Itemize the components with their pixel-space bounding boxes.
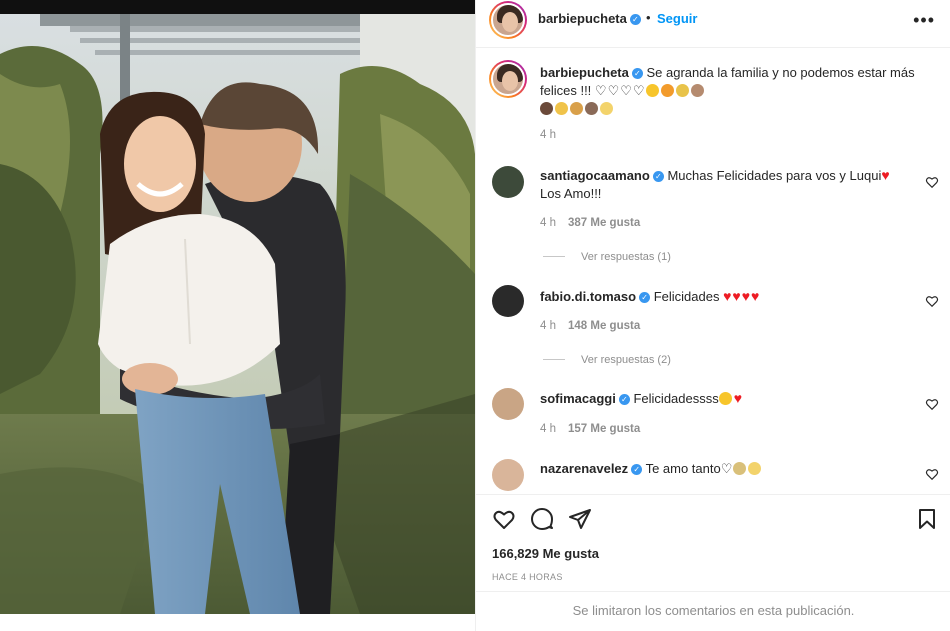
photo-bottom-strip <box>0 614 475 631</box>
verified-icon: ✓ <box>618 394 630 405</box>
red-hearts: ♥♥♥♥ <box>723 288 760 304</box>
more-options-icon[interactable]: ••• <box>913 10 935 31</box>
commenter-avatar[interactable] <box>492 285 524 317</box>
comment-meta: 4 h 148 Me gusta <box>540 320 640 332</box>
verified-icon: ✓ <box>631 68 643 79</box>
like-comment-heart-icon[interactable] <box>925 397 939 411</box>
view-replies-button[interactable]: Ver respuestas (1) <box>543 251 671 263</box>
emoji-icon <box>645 84 659 97</box>
caption-time: 4 h <box>540 129 556 141</box>
commenter-avatar[interactable] <box>492 459 524 491</box>
verified-icon: ✓ <box>639 292 651 303</box>
emoji-icon <box>555 102 568 115</box>
comments-list[interactable]: barbiepucheta ✓ Se agranda la familia y n… <box>476 49 950 494</box>
comments-limited-notice: Se limitaron los comentarios en esta pub… <box>476 591 950 631</box>
view-replies-label[interactable]: Ver respuestas (1) <box>581 251 671 263</box>
top-bar <box>0 0 475 14</box>
couple-photo <box>0 14 475 614</box>
replies-line <box>543 256 565 257</box>
comment: fabio.di.tomaso ✓ Felicidades ♥♥♥♥ <box>540 287 930 306</box>
commenter-avatar[interactable] <box>492 166 524 198</box>
comment-text: Felicidades <box>653 289 720 304</box>
verified-icon: ✓ <box>652 171 664 182</box>
emoji-icon <box>570 102 583 115</box>
view-replies-button[interactable]: Ver respuestas (2) <box>543 354 671 366</box>
replies-line <box>543 359 565 360</box>
emoji-icon <box>733 462 747 475</box>
caption-username[interactable]: barbiepucheta <box>540 65 629 80</box>
caption: barbiepucheta ✓ Se agranda la familia y n… <box>540 64 930 118</box>
emoji-icon <box>600 102 613 115</box>
comment-likes[interactable]: 387 Me gusta <box>568 217 640 229</box>
comment-text-line2: Los Amo!!! <box>540 186 602 201</box>
post-likes-count[interactable]: 166,829 Me gusta <box>492 546 599 561</box>
comment-meta: 4 h 157 Me gusta <box>540 423 640 435</box>
post-details-panel: barbiepucheta ✓ • Seguir ••• barbiepuchet… <box>475 0 950 631</box>
bookmark-icon[interactable] <box>915 507 939 531</box>
comment-likes[interactable]: 148 Me gusta <box>568 320 640 332</box>
heart-icon[interactable] <box>492 507 516 531</box>
emoji-icon <box>748 462 762 475</box>
verified-icon: ✓ <box>629 14 641 25</box>
emoji-icon <box>660 84 674 97</box>
comment: santiagocaamano ✓ Muchas Felicidades para… <box>540 166 930 203</box>
comment-text: Muchas Felicidades para vos y Luqui <box>667 168 882 183</box>
comment-time: 4 h <box>540 423 556 435</box>
red-heart-icon: ♥ <box>881 167 890 183</box>
outline-hearts: ♡♡♡♡ <box>594 83 645 98</box>
comment-likes[interactable]: 157 Me gusta <box>568 423 640 435</box>
instagram-post-window: barbiepucheta ✓ • Seguir ••• barbiepuchet… <box>0 0 950 631</box>
like-comment-heart-icon[interactable] <box>925 467 939 481</box>
post-header: barbiepucheta ✓ • Seguir ••• <box>476 0 950 48</box>
post-photo[interactable] <box>0 14 475 614</box>
like-comment-heart-icon[interactable] <box>925 294 939 308</box>
like-comment-heart-icon[interactable] <box>925 175 939 189</box>
author-avatar[interactable] <box>489 1 527 39</box>
comment: sofimacaggi ✓ Felicidadessss ♥ <box>540 389 930 408</box>
comment-username[interactable]: fabio.di.tomaso <box>540 289 636 304</box>
emoji-icon <box>690 84 704 97</box>
verified-icon: ✓ <box>631 464 643 475</box>
comment-username[interactable]: nazarenavelez <box>540 461 628 476</box>
comment-username[interactable]: sofimacaggi <box>540 391 616 406</box>
follow-button[interactable]: Seguir <box>657 11 697 26</box>
share-icon[interactable] <box>568 507 592 531</box>
post-actions: 166,829 Me gusta HACE 4 HORAS Se limitar… <box>476 494 950 631</box>
comment-text: Felicidadessss <box>633 391 719 406</box>
comment-text: Te amo tanto <box>645 461 721 476</box>
emoji-icon <box>718 392 732 405</box>
emoji-icon <box>675 84 689 97</box>
emoji-icon <box>585 102 598 115</box>
caption-avatar[interactable] <box>489 60 527 98</box>
comment-username[interactable]: santiagocaamano <box>540 168 650 183</box>
author-username-text[interactable]: barbiepucheta <box>538 11 627 26</box>
comment: nazarenavelez ✓ Te amo tanto♡ <box>540 460 930 478</box>
red-heart-icon: ♥ <box>733 390 743 406</box>
author-username[interactable]: barbiepucheta ✓ <box>538 11 641 26</box>
comment-icon[interactable] <box>530 507 554 531</box>
comment-meta: 4 h 387 Me gusta <box>540 217 640 229</box>
comment-time: 4 h <box>540 217 556 229</box>
post-time-ago: HACE 4 HORAS <box>492 572 563 582</box>
view-replies-label[interactable]: Ver respuestas (2) <box>581 354 671 366</box>
commenter-avatar[interactable] <box>492 388 524 420</box>
separator-dot: • <box>646 10 651 25</box>
emoji-icon <box>540 102 553 115</box>
comment-time: 4 h <box>540 320 556 332</box>
outline-heart-icon: ♡ <box>720 461 733 476</box>
